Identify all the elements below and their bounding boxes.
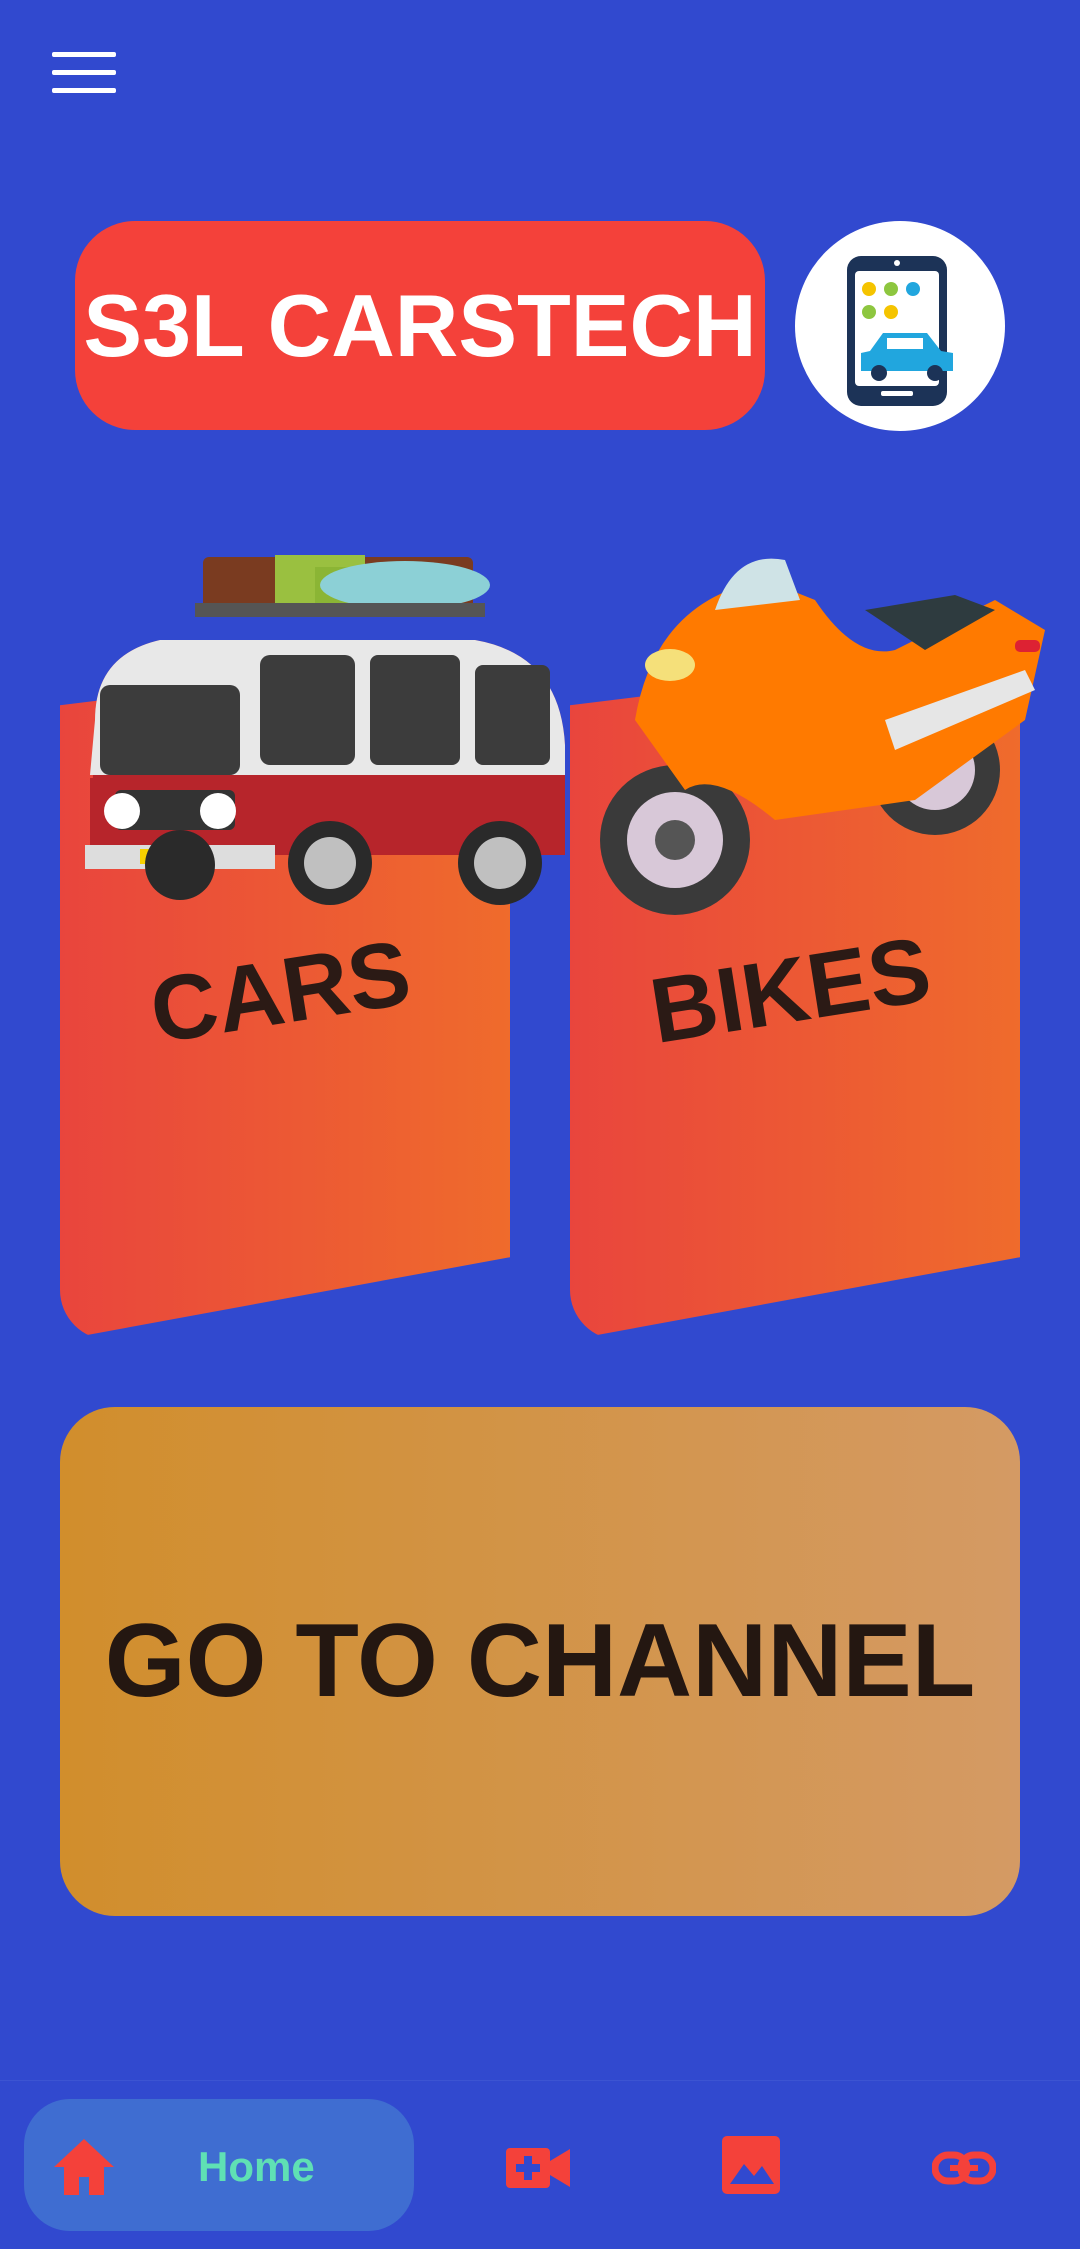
- phone-car-logo-icon: [847, 256, 953, 406]
- app-logo: [795, 221, 1005, 431]
- bottom-navigation: Home: [0, 2080, 1080, 2249]
- image-icon[interactable]: [722, 2136, 780, 2194]
- go-to-channel-label: GO TO CHANNEL: [104, 1603, 976, 1719]
- nav-home-label: Home: [198, 2143, 315, 2190]
- home-icon: [54, 2139, 114, 2195]
- go-to-channel-button[interactable]: GO TO CHANNEL: [60, 1407, 1020, 1916]
- hamburger-menu-icon[interactable]: [52, 52, 116, 102]
- nav-item-home[interactable]: Home: [24, 2099, 414, 2231]
- app-title: S3L CARSTECH: [83, 275, 757, 375]
- link-icon[interactable]: [932, 2143, 996, 2193]
- app-title-pill: S3L CARSTECH: [75, 221, 765, 430]
- van-illustration: [85, 555, 565, 905]
- video-add-icon[interactable]: [506, 2143, 570, 2193]
- motorcycle-illustration: [600, 558, 1045, 915]
